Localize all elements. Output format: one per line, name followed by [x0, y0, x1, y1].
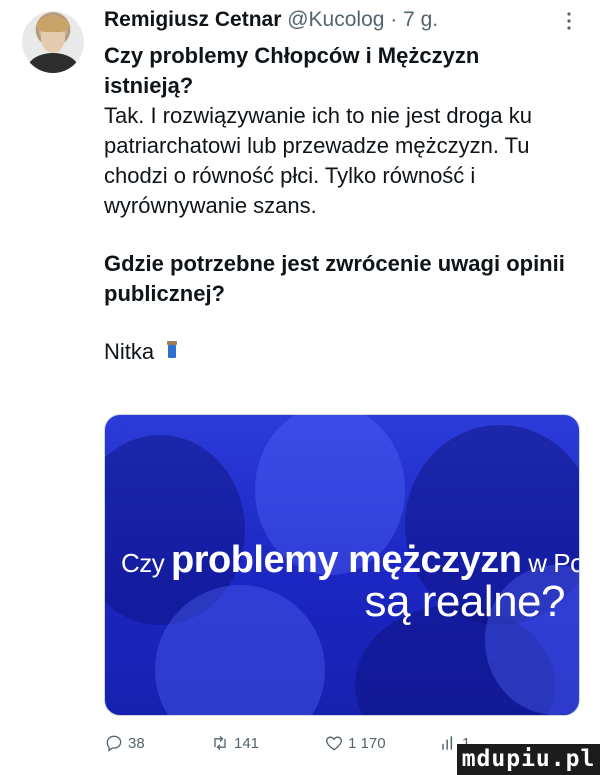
thread-label: Nitka: [104, 339, 155, 364]
media-caption-line2: są realne?: [364, 577, 566, 626]
thread-line: Nitka: [104, 337, 574, 367]
more-icon[interactable]: [562, 10, 576, 34]
tweet-text: Czy problemy Chłopców i Mężczyzn istniej…: [104, 41, 574, 367]
author-handle-and-time[interactable]: @Kucolog · 7 g.: [287, 8, 438, 31]
author-name[interactable]: Remigiusz Cetnar: [104, 8, 281, 31]
tweet-media-image[interactable]: Czy problemy mężczyzn w Polsce są realne…: [104, 414, 580, 716]
views-icon: [442, 736, 453, 750]
spool-of-thread-icon: [166, 339, 178, 363]
tweet-title: Czy problemy Chłopców i Mężczyzn istniej…: [104, 43, 480, 98]
heart-icon: [326, 736, 342, 751]
reply-button[interactable]: 38: [104, 733, 145, 753]
like-button[interactable]: 1 170: [324, 733, 386, 753]
retweet-icon: [214, 735, 226, 751]
media-caption-line1: Czy problemy mężczyzn w Polsce: [121, 539, 579, 581]
retweet-button[interactable]: 141: [210, 733, 259, 753]
avatar-shirt: [28, 53, 78, 73]
tweet-header: Remigiusz Cetnar @Kucolog · 7 g.: [104, 8, 584, 38]
tweet-question: Gdzie potrzebne jest zwrócenie uwagi opi…: [104, 251, 565, 306]
more-icon-svg: [567, 12, 571, 30]
avatar-hair: [37, 16, 69, 32]
tweet-paragraph: Tak. I rozwiązywanie ich to nie jest dro…: [104, 103, 532, 218]
reply-icon: [106, 735, 122, 752]
reply-count: 38: [128, 734, 145, 752]
retweet-count: 141: [234, 734, 260, 752]
tweet: Remigiusz Cetnar @Kucolog · 7 g. Czy pro…: [0, 0, 600, 775]
avatar[interactable]: [22, 11, 84, 73]
watermark: mdupiu.pl: [457, 744, 600, 775]
like-count: 1 170: [348, 734, 386, 752]
